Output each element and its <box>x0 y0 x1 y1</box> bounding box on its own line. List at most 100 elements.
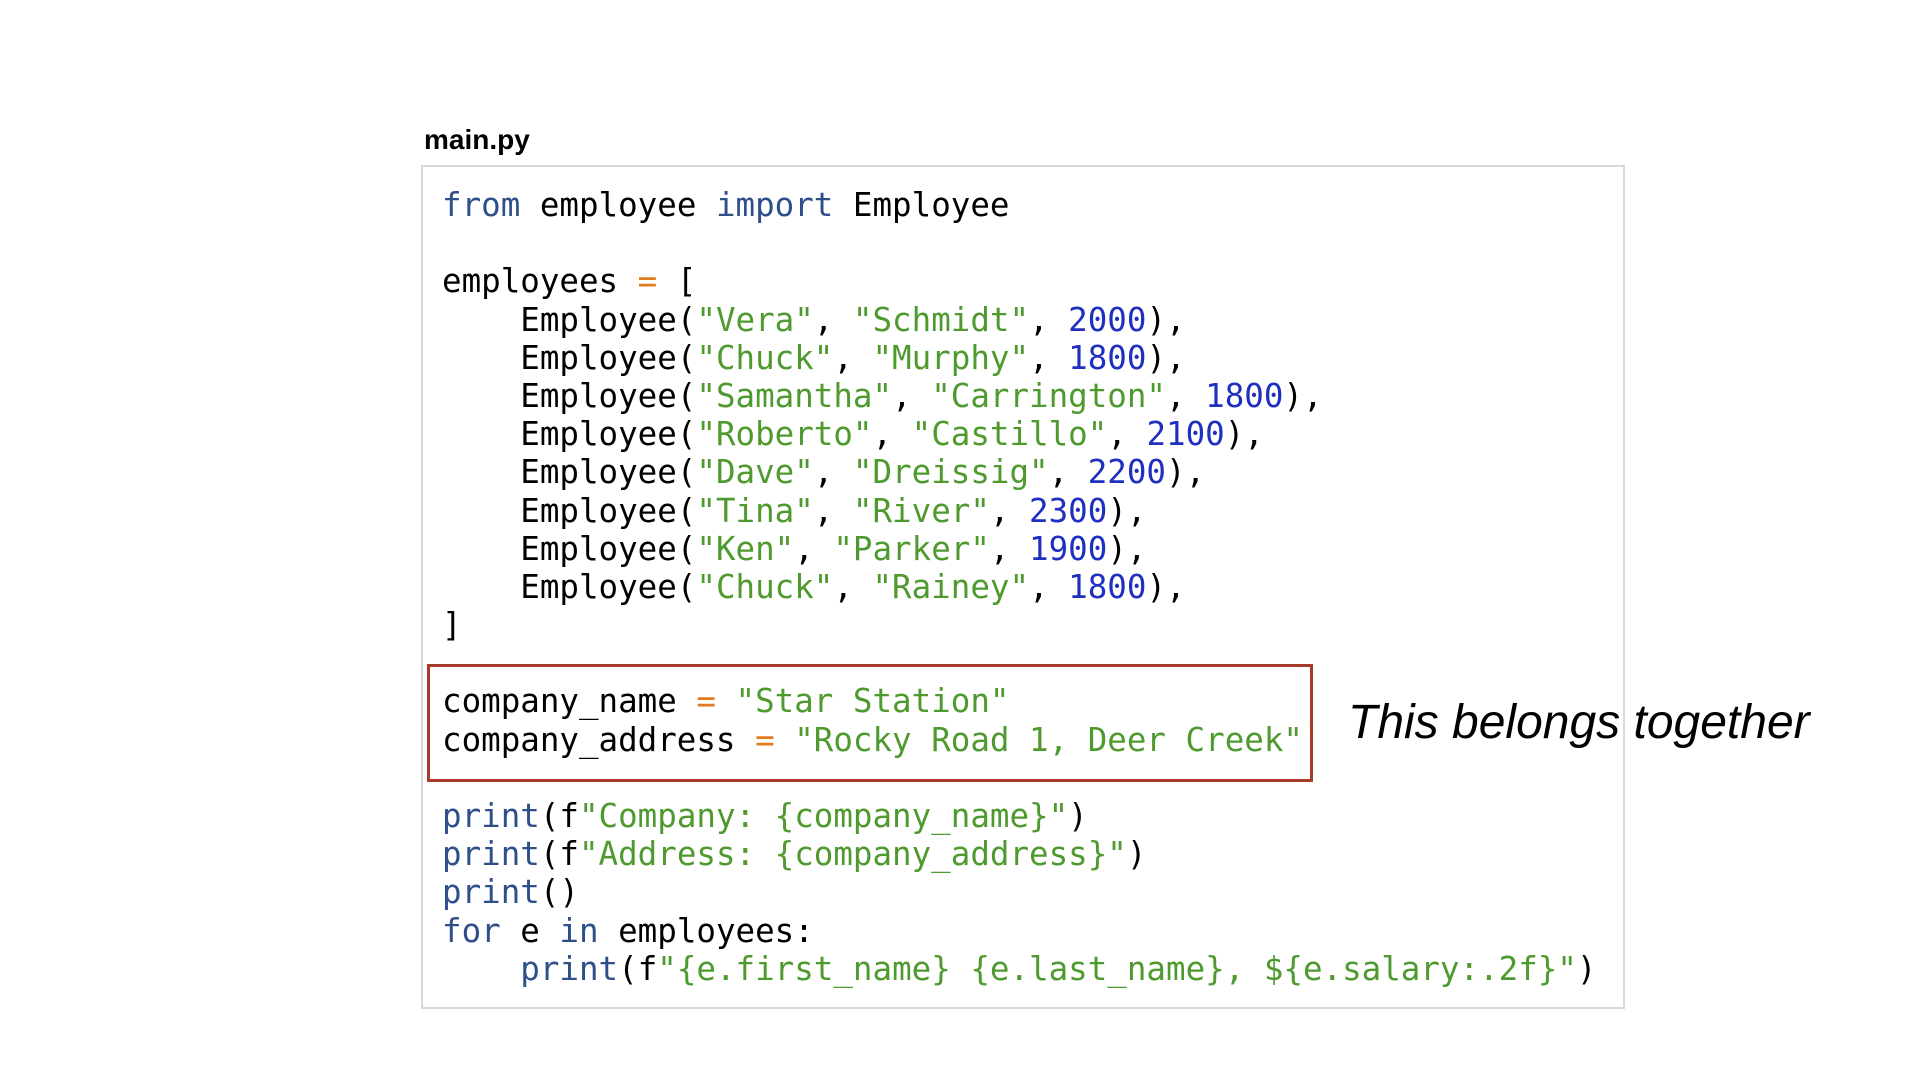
code-token-string: "Ken" <box>696 529 795 568</box>
code-line: Employee("Dave", "Dreissig", 2200), <box>442 453 1596 491</box>
code-line: Employee("Tina", "River", 2300), <box>442 492 1596 530</box>
code-token-string: "{e.first_name} {e.last_name}, ${e.salar… <box>657 949 1577 988</box>
code-token-identifier <box>442 950 520 988</box>
code-token-keyword: in <box>559 911 599 950</box>
code-token-punctuation: , <box>1029 338 1069 377</box>
code-token-string: "Rainey" <box>872 567 1030 606</box>
code-line: Employee("Roberto", "Castillo", 2100), <box>442 415 1596 453</box>
code-token-punctuation: , <box>1048 453 1088 492</box>
code-token-identifier: Employee( <box>442 300 697 339</box>
code-token-keyword: print <box>442 797 540 835</box>
code-token-string: "Schmidt" <box>852 300 1030 339</box>
code-token-punctuation: , <box>989 529 1030 568</box>
code-token-string: "Chuck" <box>696 567 834 606</box>
code-token-punctuation: , <box>892 376 932 415</box>
code-token-string: "Castillo" <box>911 415 1108 454</box>
code-token-keyword: print <box>520 949 619 988</box>
code-token-keyword: import <box>715 186 834 224</box>
code-token-keyword: from <box>442 186 521 224</box>
code-token-identifier: Employee <box>833 186 1010 224</box>
code-block: from employee import Employee employees … <box>442 186 1596 988</box>
code-token-keyword: print <box>442 873 540 912</box>
code-token-punctuation: , <box>813 491 853 530</box>
code-token-punctuation: , <box>872 415 912 454</box>
code-token-string: "River" <box>852 491 990 530</box>
code-token-string: "Dreissig" <box>852 453 1049 492</box>
code-token-number: 1800 <box>1205 376 1284 415</box>
code-token-identifier: Employee( <box>442 415 697 454</box>
code-line: print(f"Company: {company_name}") <box>442 797 1596 835</box>
code-token-punctuation: ) <box>1126 835 1147 874</box>
code-token-punctuation: [ <box>657 262 697 301</box>
code-token-punctuation: , <box>833 567 873 606</box>
code-token-identifier: Employee( <box>442 491 697 530</box>
code-token-keyword: print <box>442 835 540 874</box>
code-token-string: "Tina" <box>696 491 814 530</box>
file-title: main.py <box>424 124 530 155</box>
code-token-number: 2300 <box>1029 491 1108 530</box>
code-token-punctuation: (f <box>539 797 579 835</box>
code-token-punctuation: , <box>813 300 853 339</box>
code-token-punctuation: ), <box>1107 491 1147 530</box>
code-line: Employee("Chuck", "Rainey", 1800), <box>442 568 1596 606</box>
code-token-punctuation: ), <box>1283 376 1323 415</box>
code-token-punctuation: , <box>989 491 1030 530</box>
code-line: Employee("Ken", "Parker", 1900), <box>442 530 1596 568</box>
code-line: from employee import Employee <box>442 186 1596 224</box>
code-token-string: "Carrington" <box>931 376 1166 415</box>
code-line: Employee("Chuck", "Murphy", 1800), <box>442 339 1596 377</box>
code-token-string: "Address: {company_address}" <box>578 835 1127 874</box>
code-token-operator: = <box>637 262 658 301</box>
code-line: for e in employees: <box>442 912 1596 950</box>
code-token-punctuation: (f <box>618 949 658 988</box>
code-token-string: "Chuck" <box>696 338 834 377</box>
code-token-identifier: e <box>500 911 560 950</box>
code-token-number: 1800 <box>1068 567 1147 606</box>
code-token-string: "Murphy" <box>872 338 1030 377</box>
code-line: ] <box>442 606 1596 644</box>
code-line: print() <box>442 873 1596 911</box>
code-token-punctuation: ) <box>1068 797 1088 835</box>
code-token-identifier: employees: <box>598 911 814 950</box>
code-token-identifier: employee <box>520 186 716 224</box>
code-line: Employee("Samantha", "Carrington", 1800)… <box>442 377 1596 415</box>
code-token-punctuation: ] <box>442 606 462 645</box>
code-token-punctuation: ), <box>1146 300 1186 339</box>
annotation-text: This belongs together <box>1348 696 1810 749</box>
code-token-punctuation: ), <box>1146 567 1186 606</box>
code-token-string: "Vera" <box>696 300 814 339</box>
code-token-punctuation: () <box>539 873 579 912</box>
code-token-punctuation: , <box>1029 300 1069 339</box>
code-token-punctuation: (f <box>539 835 579 874</box>
code-token-number: 2200 <box>1087 453 1167 492</box>
code-token-number: 2100 <box>1146 415 1225 454</box>
code-token-string: "Parker" <box>833 529 990 568</box>
code-line: print(f"Address: {company_address}") <box>442 835 1596 873</box>
code-token-keyword: for <box>442 911 501 950</box>
slide: main.py from employee import Employee em… <box>0 0 1920 1080</box>
code-token-punctuation: , <box>1107 415 1147 454</box>
code-token-punctuation: , <box>1029 567 1069 606</box>
code-token-punctuation: , <box>1166 376 1206 415</box>
code-token-identifier: employees <box>442 262 638 301</box>
code-token-number: 2000 <box>1068 300 1147 339</box>
code-token-string: "Samantha" <box>696 376 893 415</box>
code-token-punctuation: , <box>833 338 873 377</box>
code-token-string: "Roberto" <box>696 415 873 454</box>
code-line: print(f"{e.first_name} {e.last_name}, ${… <box>442 950 1596 988</box>
code-token-identifier: Employee( <box>442 529 697 568</box>
code-token-identifier: Employee( <box>442 338 697 377</box>
code-token-identifier: Employee( <box>442 453 697 492</box>
code-token-identifier: Employee( <box>442 376 697 415</box>
code-token-punctuation: ), <box>1224 415 1264 454</box>
code-token-identifier: Employee( <box>442 567 697 606</box>
code-token-number: 1800 <box>1068 338 1147 377</box>
code-token-punctuation: , <box>794 529 834 568</box>
code-line: Employee("Vera", "Schmidt", 2000), <box>442 301 1596 339</box>
code-token-number: 1900 <box>1029 529 1108 568</box>
code-token-string: "Dave" <box>696 453 814 492</box>
code-token-punctuation: , <box>813 453 853 492</box>
code-line: employees = [ <box>442 262 1596 300</box>
code-token-punctuation: ), <box>1146 338 1186 377</box>
